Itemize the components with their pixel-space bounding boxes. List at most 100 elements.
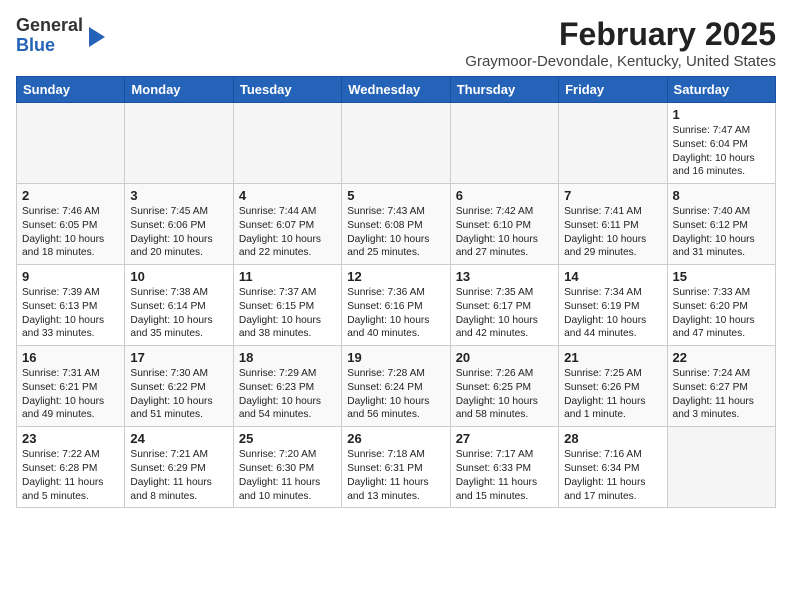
week-row-0: 1 Sunrise: 7:47 AM Sunset: 6:04 PM Daylig… [17,103,776,184]
day-info: Sunrise: 7:43 AM Sunset: 6:08 PM Dayligh… [347,205,444,260]
calendar-cell [342,103,450,184]
day-number: 6 [456,188,553,203]
calendar-cell: 12 Sunrise: 7:36 AM Sunset: 6:16 PM Dayli… [342,265,450,346]
day-info: Sunrise: 7:25 AM Sunset: 6:26 PM Dayligh… [564,367,661,422]
calendar-cell: 19 Sunrise: 7:28 AM Sunset: 6:24 PM Dayli… [342,346,450,427]
day-number: 12 [347,269,444,284]
calendar-cell: 28 Sunrise: 7:16 AM Sunset: 6:34 PM Dayli… [559,427,667,508]
day-number: 3 [130,188,227,203]
day-info: Sunrise: 7:45 AM Sunset: 6:06 PM Dayligh… [130,205,227,260]
calendar-cell [667,427,775,508]
day-info: Sunrise: 7:33 AM Sunset: 6:20 PM Dayligh… [673,286,770,341]
week-row-1: 2Sunrise: 7:46 AM Sunset: 6:05 PM Daylig… [17,184,776,265]
day-number: 8 [673,188,770,203]
day-number: 25 [239,431,336,446]
calendar-cell: 23 Sunrise: 7:22 AM Sunset: 6:28 PM Dayli… [17,427,125,508]
calendar-cell [233,103,341,184]
day-number: 13 [456,269,553,284]
header-tuesday: Tuesday [233,77,341,103]
day-number: 23 [22,431,119,446]
header-thursday: Thursday [450,77,558,103]
logo-text: General Blue [16,16,83,56]
calendar-cell: 5 Sunrise: 7:43 AM Sunset: 6:08 PM Daylig… [342,184,450,265]
day-number: 20 [456,350,553,365]
calendar-cell: 15 Sunrise: 7:33 AM Sunset: 6:20 PM Dayli… [667,265,775,346]
day-info: Sunrise: 7:18 AM Sunset: 6:31 PM Dayligh… [347,448,444,503]
calendar-cell: 27Sunrise: 7:17 AM Sunset: 6:33 PM Dayli… [450,427,558,508]
location-title: Graymoor-Devondale, Kentucky, United Sta… [465,53,776,70]
day-number: 1 [673,107,770,122]
day-info: Sunrise: 7:40 AM Sunset: 6:12 PM Dayligh… [673,205,770,260]
logo-blue: Blue [16,35,55,55]
day-number: 5 [347,188,444,203]
day-info: Sunrise: 7:28 AM Sunset: 6:24 PM Dayligh… [347,367,444,422]
calendar-cell: 26 Sunrise: 7:18 AM Sunset: 6:31 PM Dayli… [342,427,450,508]
day-number: 18 [239,350,336,365]
month-title: February 2025 [465,16,776,53]
day-info: Sunrise: 7:35 AM Sunset: 6:17 PM Dayligh… [456,286,553,341]
day-info: Sunrise: 7:44 AM Sunset: 6:07 PM Dayligh… [239,205,336,260]
calendar-cell [17,103,125,184]
calendar-cell [559,103,667,184]
day-number: 11 [239,269,336,284]
day-info: Sunrise: 7:36 AM Sunset: 6:16 PM Dayligh… [347,286,444,341]
day-number: 7 [564,188,661,203]
calendar-cell: 7 Sunrise: 7:41 AM Sunset: 6:11 PM Daylig… [559,184,667,265]
week-row-4: 23 Sunrise: 7:22 AM Sunset: 6:28 PM Dayli… [17,427,776,508]
calendar-cell: 25 Sunrise: 7:20 AM Sunset: 6:30 PM Dayli… [233,427,341,508]
calendar-cell: 14 Sunrise: 7:34 AM Sunset: 6:19 PM Dayli… [559,265,667,346]
day-number: 19 [347,350,444,365]
day-number: 16 [22,350,119,365]
logo-general: General [16,15,83,35]
header-sunday: Sunday [17,77,125,103]
header-saturday: Saturday [667,77,775,103]
calendar-header: SundayMondayTuesdayWednesdayThursdayFrid… [17,77,776,103]
calendar-cell: 9Sunrise: 7:39 AM Sunset: 6:13 PM Daylig… [17,265,125,346]
calendar-cell: 8 Sunrise: 7:40 AM Sunset: 6:12 PM Daylig… [667,184,775,265]
calendar-cell: 18 Sunrise: 7:29 AM Sunset: 6:23 PM Dayli… [233,346,341,427]
calendar-cell: 21 Sunrise: 7:25 AM Sunset: 6:26 PM Dayli… [559,346,667,427]
day-info: Sunrise: 7:24 AM Sunset: 6:27 PM Dayligh… [673,367,770,422]
day-info: Sunrise: 7:31 AM Sunset: 6:21 PM Dayligh… [22,367,119,422]
day-number: 22 [673,350,770,365]
calendar-cell: 10Sunrise: 7:38 AM Sunset: 6:14 PM Dayli… [125,265,233,346]
logo-arrow-icon [89,27,105,47]
page-header: General Blue February 2025 Graymoor-Devo… [16,16,776,70]
calendar-cell: 16 Sunrise: 7:31 AM Sunset: 6:21 PM Dayli… [17,346,125,427]
day-number: 26 [347,431,444,446]
day-number: 24 [130,431,227,446]
calendar-cell: 17Sunrise: 7:30 AM Sunset: 6:22 PM Dayli… [125,346,233,427]
day-info: Sunrise: 7:34 AM Sunset: 6:19 PM Dayligh… [564,286,661,341]
calendar-cell: 13 Sunrise: 7:35 AM Sunset: 6:17 PM Dayli… [450,265,558,346]
calendar-cell: 6 Sunrise: 7:42 AM Sunset: 6:10 PM Daylig… [450,184,558,265]
day-info: Sunrise: 7:47 AM Sunset: 6:04 PM Dayligh… [673,124,770,179]
week-row-2: 9Sunrise: 7:39 AM Sunset: 6:13 PM Daylig… [17,265,776,346]
day-number: 28 [564,431,661,446]
calendar-cell: 4 Sunrise: 7:44 AM Sunset: 6:07 PM Daylig… [233,184,341,265]
day-number: 4 [239,188,336,203]
day-info: Sunrise: 7:29 AM Sunset: 6:23 PM Dayligh… [239,367,336,422]
calendar-cell: 1 Sunrise: 7:47 AM Sunset: 6:04 PM Daylig… [667,103,775,184]
day-number: 21 [564,350,661,365]
day-info: Sunrise: 7:46 AM Sunset: 6:05 PM Dayligh… [22,205,119,260]
day-info: Sunrise: 7:20 AM Sunset: 6:30 PM Dayligh… [239,448,336,503]
day-info: Sunrise: 7:41 AM Sunset: 6:11 PM Dayligh… [564,205,661,260]
day-info: Sunrise: 7:16 AM Sunset: 6:34 PM Dayligh… [564,448,661,503]
day-number: 15 [673,269,770,284]
day-number: 27 [456,431,553,446]
calendar-cell: 24Sunrise: 7:21 AM Sunset: 6:29 PM Dayli… [125,427,233,508]
calendar-cell: 3 Sunrise: 7:45 AM Sunset: 6:06 PM Daylig… [125,184,233,265]
header-row: SundayMondayTuesdayWednesdayThursdayFrid… [17,77,776,103]
week-row-3: 16 Sunrise: 7:31 AM Sunset: 6:21 PM Dayli… [17,346,776,427]
calendar-cell: 2Sunrise: 7:46 AM Sunset: 6:05 PM Daylig… [17,184,125,265]
day-info: Sunrise: 7:26 AM Sunset: 6:25 PM Dayligh… [456,367,553,422]
header-friday: Friday [559,77,667,103]
header-monday: Monday [125,77,233,103]
day-number: 10 [130,269,227,284]
day-number: 9 [22,269,119,284]
day-number: 14 [564,269,661,284]
day-info: Sunrise: 7:42 AM Sunset: 6:10 PM Dayligh… [456,205,553,260]
logo: General Blue [16,16,105,56]
day-info: Sunrise: 7:22 AM Sunset: 6:28 PM Dayligh… [22,448,119,503]
title-block: February 2025 Graymoor-Devondale, Kentuc… [465,16,776,70]
